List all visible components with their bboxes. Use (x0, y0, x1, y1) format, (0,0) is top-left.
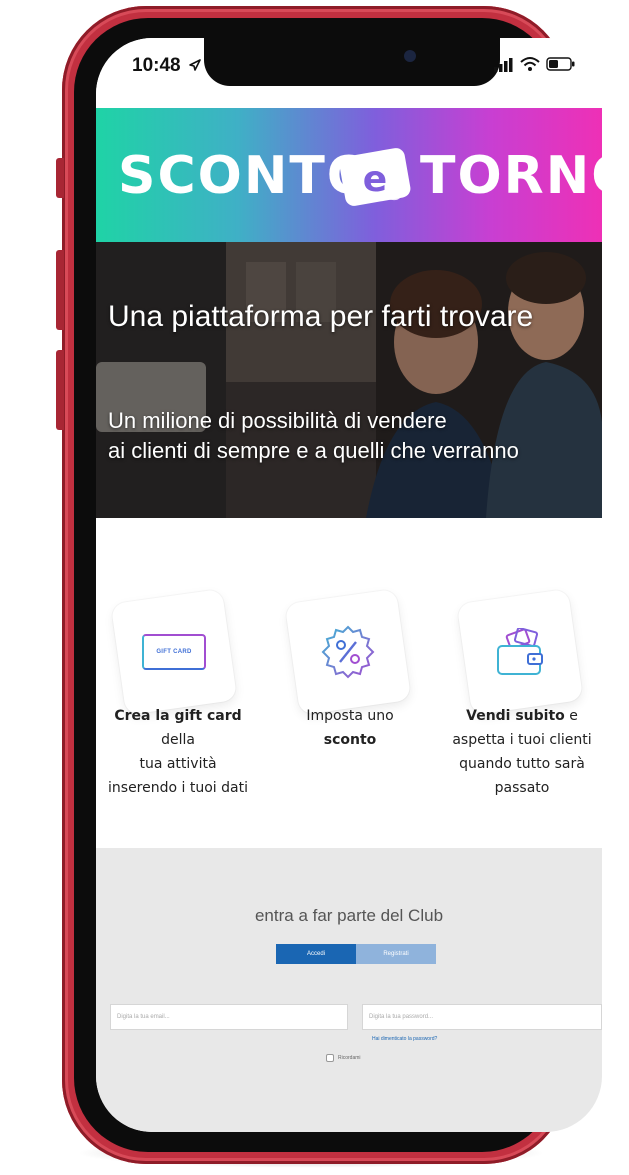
status-bar: 10:48 (96, 38, 602, 108)
remember-me[interactable]: Ricordami (326, 1054, 361, 1062)
phone-screen: 10:48 SCONTO e TORN Una piattaforma per … (96, 38, 602, 1132)
hero-photo-shop-owners (96, 242, 602, 518)
percent-badge-icon (321, 625, 375, 679)
feature-1-line-3: inserendo i tuoi dati (108, 780, 248, 796)
feature-2-bold: sconto (323, 732, 377, 748)
password-field[interactable]: Digita la tua password... (362, 1004, 602, 1030)
feature-text-gift-card: Crea la gift card della tua attività ins… (98, 704, 258, 800)
location-arrow-icon (189, 59, 201, 71)
logo-e-icon: e (339, 148, 411, 206)
notch (204, 38, 500, 86)
club-title: entra a far parte del Club (254, 906, 444, 925)
email-field[interactable]: Digita la tua email... (110, 1004, 348, 1030)
status-time: 10:48 (132, 55, 181, 76)
forgot-password-link[interactable]: Hai dimenticato la password? (372, 1036, 437, 1042)
feature-1-after: della (161, 732, 195, 748)
features-section: GIFT CARD Crea la gift card della tua at… (96, 518, 602, 848)
volume-up-button (56, 250, 64, 330)
wallet-icon (497, 628, 543, 675)
remember-me-label: Ricordami (338, 1055, 361, 1061)
feature-3-line-3: quando tutto sarà (459, 756, 585, 772)
logo-e-letter: e (363, 159, 387, 200)
front-camera (404, 50, 416, 62)
hero-subtitle-line-2: ai clienti di sempre e a quelli che verr… (108, 438, 519, 463)
feature-3-line-2: aspetta i tuoi clienti (452, 732, 592, 748)
feature-3-line-4: passato (494, 780, 550, 796)
gift-card-icon: GIFT CARD (142, 634, 206, 670)
tab-login[interactable]: Accedi (276, 944, 356, 964)
feature-card-gift-card: GIFT CARD (110, 588, 238, 716)
wifi-icon (520, 57, 540, 71)
feature-3-after: e (564, 708, 578, 724)
hero-subtitle: Un milione di possibilità di vendere ai … (108, 406, 519, 466)
remember-me-checkbox[interactable] (326, 1054, 334, 1062)
feature-text-sell: Vendi subito e aspetta i tuoi clienti qu… (442, 704, 602, 800)
hero-title: Una piattaforma per farti trovare (108, 300, 534, 333)
auth-tabs: Accedi Registrati (276, 944, 436, 964)
feature-2-line-1: Imposta uno (306, 708, 394, 724)
feature-card-discount (284, 588, 412, 716)
hero-subtitle-line-1: Un milione di possibilità di vendere (108, 408, 447, 433)
volume-down-button (56, 350, 64, 430)
cellular-signal-icon (494, 58, 513, 72)
feature-1-bold: Crea la gift card (114, 708, 242, 724)
battery-icon (546, 57, 575, 71)
logo-text-torno: TORNO (420, 146, 602, 206)
hero-section: Una piattaforma per farti trovare Un mil… (96, 242, 602, 518)
club-login-section: entra a far parte del Club Accedi Regist… (96, 848, 602, 1132)
feature-card-sell (456, 588, 584, 716)
silent-switch (56, 158, 64, 198)
gift-card-icon-label: GIFT CARD (156, 649, 192, 655)
logo-banner: SCONTO e TORNO (96, 108, 602, 242)
feature-1-line-2: tua attività (139, 756, 217, 772)
tab-register[interactable]: Registrati (356, 944, 436, 964)
feature-text-discount: Imposta uno sconto (270, 704, 430, 752)
feature-3-bold: Vendi subito (466, 708, 565, 724)
